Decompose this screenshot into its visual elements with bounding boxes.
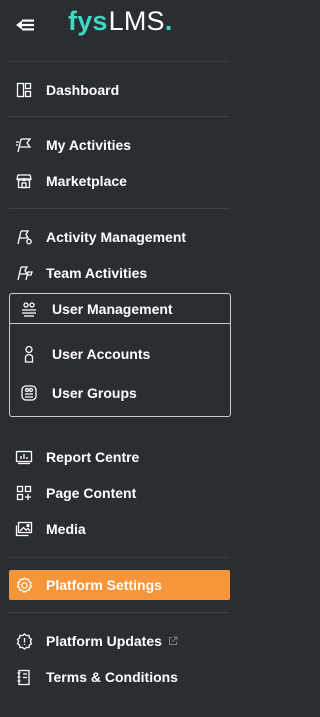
nav-platform-settings[interactable]: Platform Settings xyxy=(9,570,230,600)
store-icon xyxy=(15,172,33,190)
page-content-icon xyxy=(15,484,33,502)
divider xyxy=(9,116,230,117)
nav-platform-settings-label: Platform Settings xyxy=(46,577,162,593)
activity-manage-icon xyxy=(15,228,33,246)
nav-terms-conditions[interactable]: Terms & Conditions xyxy=(9,662,230,692)
report-icon xyxy=(15,448,33,466)
nav-user-management[interactable]: User Management xyxy=(10,294,230,324)
nav-team-activities[interactable]: Team Activities xyxy=(9,258,230,288)
sidebar-header: fys LMS. xyxy=(0,0,248,52)
update-badge-icon xyxy=(15,632,33,650)
nav-user-groups[interactable]: User Groups xyxy=(10,378,230,408)
collapse-menu-icon[interactable] xyxy=(13,13,37,37)
person-icon xyxy=(20,345,38,363)
nav-page-content[interactable]: Page Content xyxy=(9,478,230,508)
group-icon xyxy=(20,384,38,402)
brand-logo[interactable]: fys LMS. xyxy=(68,6,172,42)
nav-dashboard[interactable]: Dashboard xyxy=(9,75,230,105)
nav-page-content-label: Page Content xyxy=(46,485,137,501)
divider xyxy=(9,208,230,209)
nav-team-activities-label: Team Activities xyxy=(46,265,148,281)
nav-activity-management[interactable]: Activity Management xyxy=(9,222,230,252)
nav-my-activities-label: My Activities xyxy=(46,137,132,153)
nav-terms-conditions-label: Terms & Conditions xyxy=(46,669,178,685)
nav-dashboard-label: Dashboard xyxy=(46,82,120,98)
gear-icon xyxy=(15,576,33,594)
nav-my-activities[interactable]: My Activities xyxy=(9,130,230,160)
nav-user-accounts-label: User Accounts xyxy=(52,346,151,362)
document-icon xyxy=(15,668,33,686)
team-flag-icon xyxy=(15,264,33,282)
brand-logo-dot: . xyxy=(164,6,173,36)
nav-media[interactable]: Media xyxy=(9,514,230,544)
brand-logo-part1: fys xyxy=(68,6,108,36)
nav-user-accounts[interactable]: User Accounts xyxy=(10,339,230,369)
nav-activity-management-label: Activity Management xyxy=(46,229,187,245)
user-management-group: User Management User Accounts User Group… xyxy=(9,293,231,417)
media-icon xyxy=(15,520,33,538)
external-link-icon xyxy=(168,636,178,646)
nav-user-management-label: User Management xyxy=(52,300,173,317)
brand-logo-part2: LMS xyxy=(108,6,165,36)
nav-report-centre[interactable]: Report Centre xyxy=(9,442,230,472)
nav-media-label: Media xyxy=(46,521,86,537)
nav-user-groups-label: User Groups xyxy=(52,385,137,401)
divider xyxy=(9,557,230,558)
divider xyxy=(9,612,230,613)
users-management-icon xyxy=(20,300,38,318)
nav-marketplace[interactable]: Marketplace xyxy=(9,166,230,196)
nav-platform-updates[interactable]: Platform Updates xyxy=(9,626,230,656)
divider xyxy=(9,61,230,62)
nav-report-centre-label: Report Centre xyxy=(46,449,140,465)
nav-platform-updates-label: Platform Updates xyxy=(46,633,162,649)
nav-marketplace-label: Marketplace xyxy=(46,173,127,189)
flag-icon xyxy=(15,136,33,154)
dashboard-icon xyxy=(15,81,33,99)
